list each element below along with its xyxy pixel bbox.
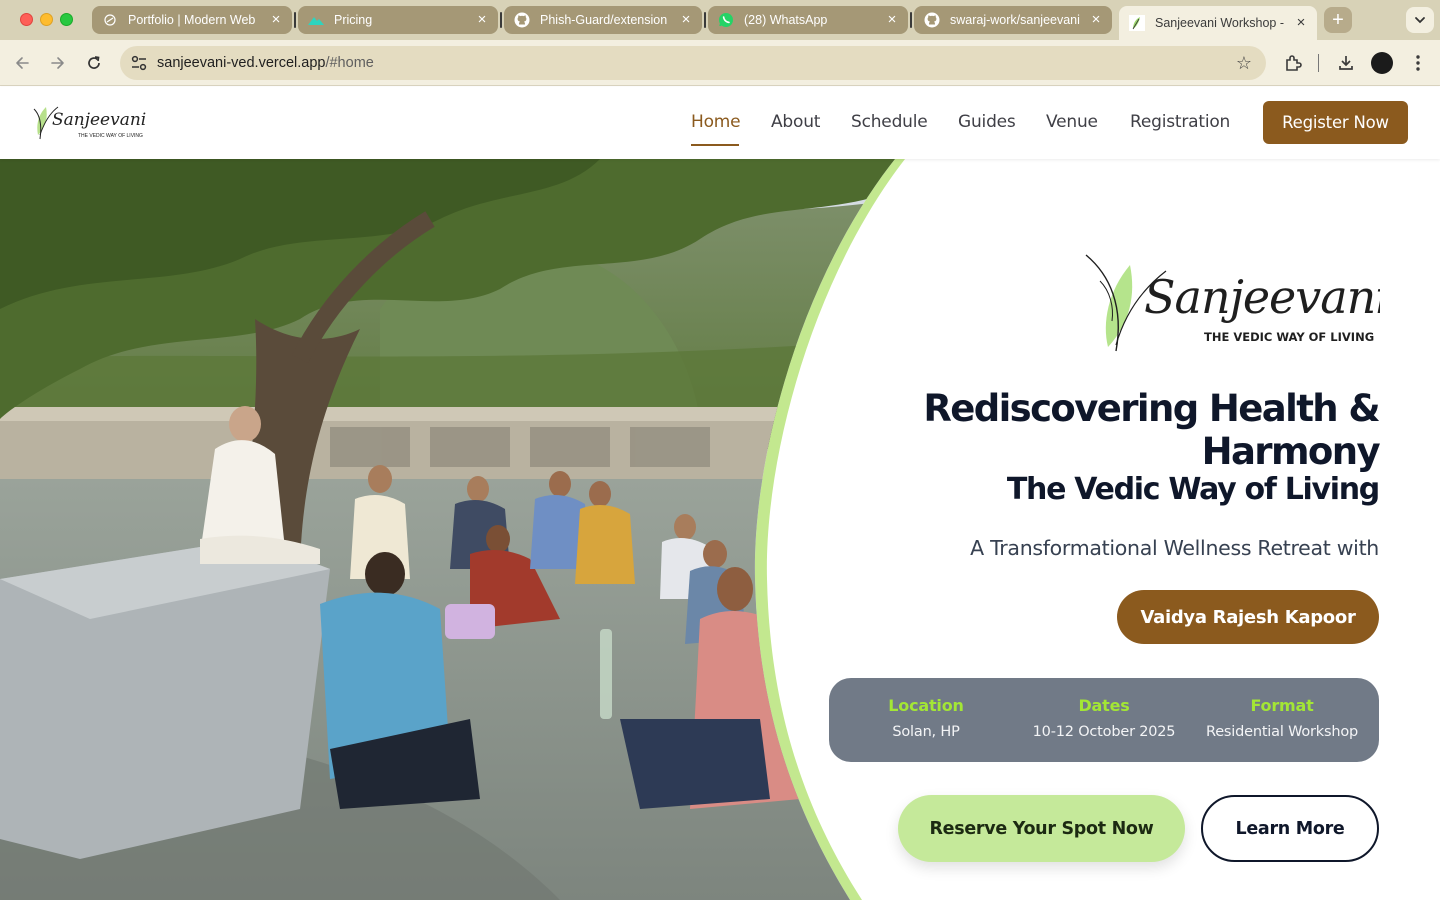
nav-about[interactable]: About <box>771 112 820 132</box>
info-dates: Dates 10-12 October 2025 <box>1014 696 1194 740</box>
whatsapp-icon <box>718 12 734 28</box>
hero-logo-tagline: THE VEDIC WAY OF LIVING <box>1204 330 1374 344</box>
reserve-spot-button[interactable]: Reserve Your Spot Now <box>898 795 1185 862</box>
tab-close-icon[interactable]: × <box>1088 12 1104 28</box>
nav-registration[interactable]: Registration <box>1130 112 1230 132</box>
browser-toolbar: sanjeevani-ved.vercel.app/#home ☆ <box>0 40 1440 86</box>
hero-intro-text: A Transformational Wellness Retreat with <box>970 536 1379 560</box>
event-info-card: Location Solan, HP Dates 10-12 October 2… <box>829 678 1379 762</box>
browser-tab-bar: Portfolio | Modern Web × Pricing × Phish… <box>0 0 1440 40</box>
info-value: Residential Workshop <box>1205 724 1359 740</box>
learn-more-button[interactable]: Learn More <box>1201 795 1379 862</box>
info-label: Format <box>1250 696 1314 715</box>
info-format: Format Residential Workshop <box>1192 696 1372 740</box>
nav-schedule[interactable]: Schedule <box>851 112 928 132</box>
hero-title: Rediscovering Health & Harmony <box>819 387 1381 473</box>
browser-menu-kebab-icon[interactable] <box>1406 51 1430 75</box>
browser-tab[interactable]: swaraj-work/sanjeevani × <box>914 6 1112 34</box>
profile-avatar[interactable] <box>1371 52 1393 74</box>
browser-tab[interactable]: Pricing × <box>298 6 498 34</box>
extensions-puzzle-icon[interactable] <box>1281 51 1305 75</box>
nav-venue[interactable]: Venue <box>1046 112 1098 132</box>
forward-arrow-icon[interactable] <box>46 51 70 75</box>
reload-icon[interactable] <box>82 51 106 75</box>
tab-close-icon[interactable]: × <box>268 12 284 28</box>
browser-tab[interactable]: Phish-Guard/extension × <box>504 6 702 34</box>
url-text: sanjeevani-ved.vercel.app/#home <box>157 55 374 71</box>
logo-tagline: THE VEDIC WAY OF LIVING <box>78 133 143 139</box>
address-bar[interactable]: sanjeevani-ved.vercel.app/#home ☆ <box>120 46 1266 80</box>
mountain-logo-icon <box>308 12 324 28</box>
reserve-spot-label: Reserve Your Spot Now <box>929 818 1154 839</box>
tab-search-chevron-icon[interactable] <box>1406 7 1434 33</box>
hero-title-line1: Rediscovering Health & <box>923 387 1380 430</box>
tab-close-icon[interactable]: × <box>884 12 900 28</box>
info-value: Solan, HP <box>892 724 960 740</box>
svg-text:Sanjeevani: Sanjeevani <box>52 110 146 130</box>
register-now-button[interactable]: Register Now <box>1263 101 1408 144</box>
sanjeevani-leaf-icon <box>1129 15 1145 31</box>
hero-section: Sanjeevani THE VEDIC WAY OF LIVING Redis… <box>0 159 1440 900</box>
tab-title: swaraj-work/sanjeevani <box>950 13 1080 27</box>
info-label: Location <box>888 696 964 715</box>
nav-active-underline <box>691 144 739 146</box>
window-zoom-button[interactable] <box>60 13 73 26</box>
nav-home[interactable]: Home <box>691 112 741 132</box>
tab-title: (28) WhatsApp <box>744 13 828 27</box>
github-icon <box>514 12 530 28</box>
tab-close-icon[interactable]: × <box>474 12 490 28</box>
site-logo[interactable]: Sanjeevani THE VEDIC WAY OF LIVING <box>30 101 150 145</box>
window-close-button[interactable] <box>20 13 33 26</box>
url-path: /#home <box>325 55 374 71</box>
tab-close-icon[interactable]: × <box>1293 15 1309 31</box>
hero-title-line2: Harmony <box>1201 430 1381 473</box>
window-minimize-button[interactable] <box>40 13 53 26</box>
github-icon <box>924 12 940 28</box>
guide-name-badge[interactable]: Vaidya Rajesh Kapoor <box>1117 590 1379 644</box>
download-icon[interactable] <box>1334 51 1358 75</box>
info-location: Location Solan, HP <box>836 696 1016 740</box>
browser-tab-active[interactable]: Sanjeevani Workshop - × <box>1119 6 1317 40</box>
info-value: 10-12 October 2025 <box>1032 724 1176 740</box>
info-label: Dates <box>1078 696 1130 715</box>
browser-tab[interactable]: Portfolio | Modern Web × <box>92 6 292 34</box>
site-settings-icon[interactable] <box>130 54 148 72</box>
tab-title: Portfolio | Modern Web <box>128 13 256 27</box>
tab-title: Sanjeevani Workshop - <box>1155 16 1285 30</box>
browser-tab[interactable]: (28) WhatsApp × <box>708 6 908 34</box>
new-tab-button[interactable]: + <box>1324 7 1352 33</box>
bookmark-star-icon[interactable]: ☆ <box>1236 53 1252 74</box>
hero-subtitle: The Vedic Way of Living <box>1006 472 1380 507</box>
site-header: Sanjeevani THE VEDIC WAY OF LIVING Home … <box>0 87 1440 159</box>
tab-title: Pricing <box>334 13 373 27</box>
tab-close-icon[interactable]: × <box>678 12 694 28</box>
nav-guides[interactable]: Guides <box>958 112 1016 132</box>
hero-logo-word: Sanjeevani <box>1144 270 1380 324</box>
globe-icon <box>102 12 118 28</box>
tab-title: Phish-Guard/extension <box>540 13 668 27</box>
url-host: sanjeevani-ved.vercel.app <box>157 55 326 71</box>
back-arrow-icon[interactable] <box>10 51 34 75</box>
hero-logo: Sanjeevani THE VEDIC WAY OF LIVING <box>1080 251 1390 359</box>
